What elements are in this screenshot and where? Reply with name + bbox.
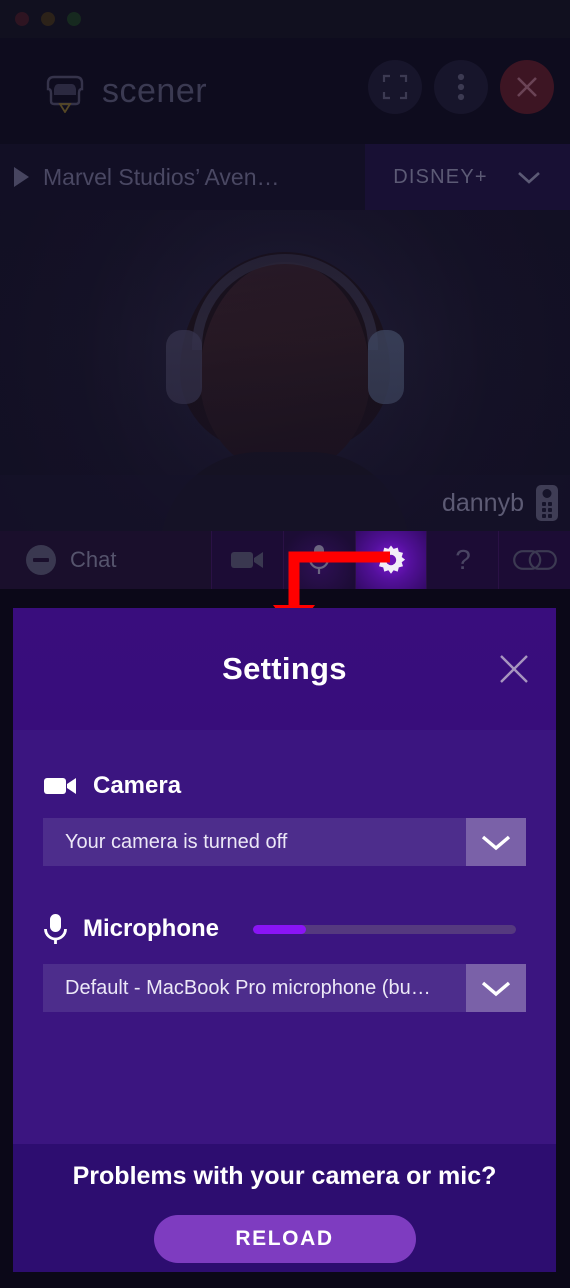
help-button[interactable]: ? — [426, 531, 499, 589]
app-header: scener — [0, 38, 570, 144]
window-titlebar — [0, 0, 570, 38]
close-icon — [517, 77, 537, 97]
camera-select-value: Your camera is turned off — [43, 818, 466, 866]
chat-label: Chat — [70, 547, 117, 572]
header-actions — [368, 60, 554, 114]
more-options-button[interactable] — [434, 60, 488, 114]
link-chain-icon — [512, 550, 557, 570]
participant-username: dannyb — [441, 488, 524, 517]
microphone-section-header: Microphone — [43, 912, 526, 946]
more-options-icon — [457, 73, 465, 101]
play-icon[interactable] — [14, 167, 29, 187]
settings-panel: Settings Camera Your camera is turned of… — [13, 608, 556, 1272]
remote-control-icon[interactable] — [536, 485, 558, 521]
video-footer: dannyb — [0, 475, 570, 531]
traffic-lights — [15, 12, 81, 26]
window-zoom-button[interactable] — [67, 12, 81, 26]
brand-name: scener — [102, 71, 208, 110]
close-session-button[interactable] — [500, 60, 554, 114]
fullscreen-icon — [382, 74, 408, 100]
service-name: DISNEY+ — [393, 165, 488, 188]
chevron-down-icon — [481, 981, 511, 997]
camera-toggle-button[interactable] — [211, 531, 283, 589]
couch-logo-icon — [42, 69, 88, 114]
window-minimize-button[interactable] — [41, 12, 55, 26]
video-camera-icon — [231, 552, 264, 568]
page-title: Settings — [222, 651, 347, 686]
microphone-select-value: Default - MacBook Pro microphone (bu… — [43, 964, 466, 1012]
video-feed[interactable]: dannyb — [0, 210, 570, 531]
media-title: Marvel Studios’ Aven… — [43, 163, 280, 190]
minus-circle-icon — [26, 545, 56, 575]
microphone-toggle-button[interactable] — [282, 531, 355, 589]
video-camera-icon — [44, 778, 76, 794]
microphone-label: Microphone — [83, 915, 219, 942]
microphone-level-meter — [253, 924, 516, 934]
settings-close-button[interactable] — [498, 653, 530, 685]
chevron-down-icon — [481, 835, 511, 851]
camera-select-chevron[interactable] — [466, 818, 526, 866]
chat-toggle-button[interactable]: Chat — [0, 531, 211, 589]
media-bar: Marvel Studios’ Aven… DISNEY+ — [0, 144, 570, 210]
svg-text:?: ? — [455, 544, 471, 575]
window-close-button[interactable] — [15, 12, 29, 26]
close-icon — [500, 655, 528, 683]
settings-panel-body: Camera Your camera is turned off Microph… — [13, 730, 556, 1144]
microphone-level-fill — [253, 924, 306, 934]
camera-select[interactable]: Your camera is turned off — [43, 818, 526, 866]
question-mark-icon: ? — [455, 544, 471, 575]
scener-app-window: scener Marvel Studios’ Aven… DISNEY+ dan… — [0, 0, 570, 1288]
fullscreen-button[interactable] — [368, 60, 422, 114]
brand-logo[interactable]: scener — [42, 69, 208, 114]
microphone-icon — [309, 545, 330, 574]
troubleshoot-question: Problems with your camera or mic? — [72, 1162, 497, 1190]
settings-panel-footer: Problems with your camera or mic? RELOAD — [13, 1144, 556, 1272]
gear-icon — [376, 545, 406, 574]
microphone-select[interactable]: Default - MacBook Pro microphone (bu… — [43, 964, 526, 1012]
bottom-toolbar: Chat ? — [0, 531, 570, 589]
chevron-down-icon — [517, 172, 540, 184]
camera-label: Camera — [93, 772, 182, 799]
camera-section-header: Camera — [43, 772, 526, 800]
microphone-select-chevron[interactable] — [466, 964, 526, 1012]
reload-button[interactable]: RELOAD — [153, 1215, 416, 1263]
settings-panel-header: Settings — [13, 608, 556, 730]
service-selector[interactable]: DISNEY+ — [365, 144, 570, 210]
settings-button[interactable] — [354, 531, 427, 589]
microphone-icon — [44, 914, 67, 944]
invite-link-button[interactable] — [498, 531, 570, 589]
